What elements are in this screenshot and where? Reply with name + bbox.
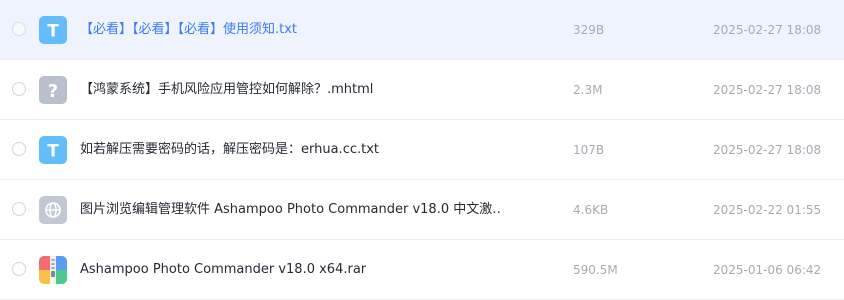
svg-text:?: ?: [48, 81, 58, 102]
file-name[interactable]: 如若解压需要密码的话，解压密码是：erhua.cc.txt: [80, 120, 379, 180]
web-link-icon: [39, 196, 67, 224]
file-name[interactable]: Ashampoo Photo Commander v18.0 x64.rar: [80, 240, 366, 300]
file-size: 4.6KB: [573, 203, 609, 217]
file-row[interactable]: ? 【鸿蒙系统】手机风险应用管控如何解除？.mhtml 2.3M 2025-02…: [0, 60, 844, 120]
row-checkbox[interactable]: [12, 202, 26, 216]
file-date: 2025-02-27 18:08: [713, 83, 822, 97]
file-row[interactable]: T 【必看】【必看】【必看】使用须知.txt 329B 2025-02-27 1…: [0, 0, 844, 60]
row-checkbox[interactable]: [12, 22, 26, 36]
unknown-file-icon: ?: [39, 76, 67, 104]
file-size: 107B: [573, 143, 605, 157]
row-checkbox[interactable]: [12, 82, 26, 96]
file-row[interactable]: 图片浏览编辑管理软件 Ashampoo Photo Commander v18.…: [0, 180, 844, 240]
file-size: 2.3M: [573, 83, 603, 97]
file-row[interactable]: Ashampoo Photo Commander v18.0 x64.rar 5…: [0, 240, 844, 300]
file-date: 2025-02-27 18:08: [713, 23, 822, 37]
file-size: 329B: [573, 23, 605, 37]
file-name[interactable]: 图片浏览编辑管理软件 Ashampoo Photo Commander v18.…: [80, 180, 500, 240]
file-date: 2025-02-27 18:08: [713, 143, 822, 157]
row-checkbox[interactable]: [12, 262, 26, 276]
file-list: T 【必看】【必看】【必看】使用须知.txt 329B 2025-02-27 1…: [0, 0, 844, 300]
svg-text:T: T: [47, 22, 59, 42]
row-checkbox[interactable]: [12, 142, 26, 156]
file-row[interactable]: T 如若解压需要密码的话，解压密码是：erhua.cc.txt 107B 202…: [0, 120, 844, 180]
file-name[interactable]: 【必看】【必看】【必看】使用须知.txt: [80, 0, 297, 60]
file-size: 590.5M: [573, 263, 618, 277]
file-date: 2025-01-06 06:42: [713, 263, 822, 277]
file-date: 2025-02-22 01:55: [713, 203, 822, 217]
archive-file-icon: [39, 256, 67, 284]
text-file-icon: T: [39, 16, 67, 44]
file-name[interactable]: 【鸿蒙系统】手机风险应用管控如何解除？.mhtml: [80, 60, 373, 120]
svg-text:T: T: [47, 142, 59, 162]
text-file-icon: T: [39, 136, 67, 164]
